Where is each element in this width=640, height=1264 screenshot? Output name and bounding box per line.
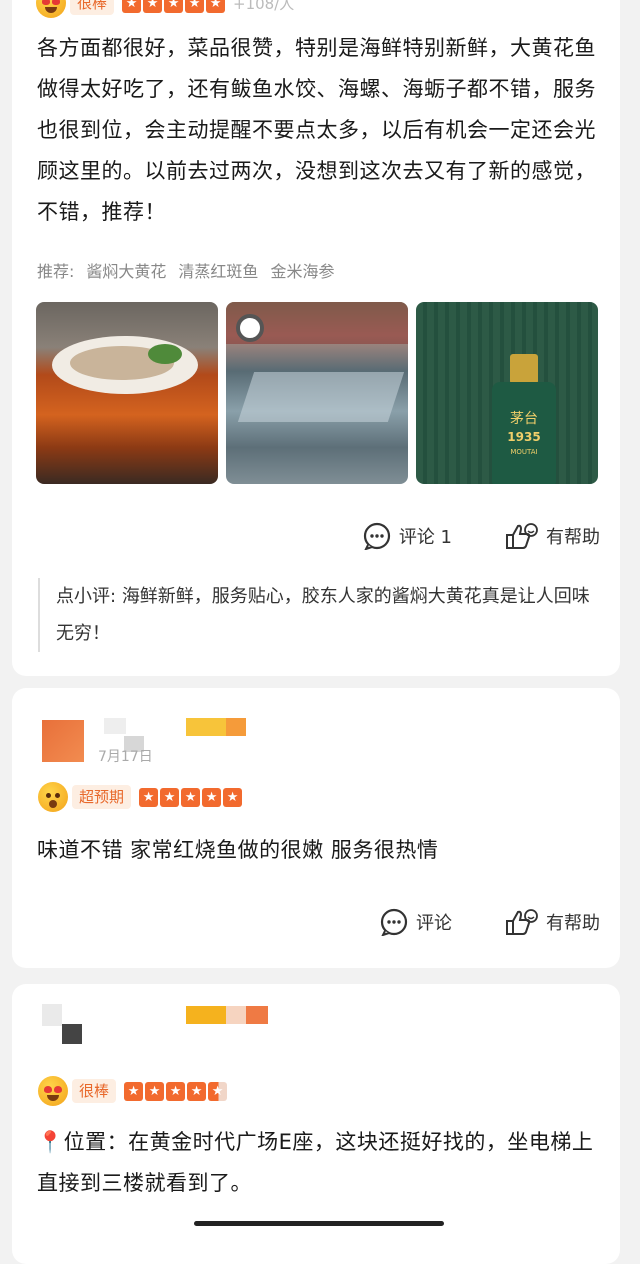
user-level-badge	[186, 718, 226, 736]
user-level-badge	[246, 1006, 268, 1024]
comment-label: 评论	[416, 909, 452, 935]
reply-text: 海鲜新鲜，服务贴心，胶东人家的酱焖大黄花真是让人回味无穷！	[56, 586, 590, 644]
rating-badge: 很棒	[72, 1079, 116, 1103]
helpful-button[interactable]: 有帮助	[504, 522, 600, 550]
star-icon: ★	[202, 788, 221, 807]
photo-seafood-dish[interactable]	[36, 302, 218, 484]
photo-moutai-bottle[interactable]: 茅台 1935 MOUTAI	[416, 302, 598, 484]
reply-prefix: 点小评:	[56, 586, 116, 607]
recommend-item[interactable]: 金米海参	[270, 258, 334, 282]
helpful-label: 有帮助	[546, 909, 600, 935]
thumbs-up-icon	[504, 522, 538, 550]
bottle-year: 1935	[498, 430, 550, 444]
thumbs-up-icon	[504, 908, 538, 936]
camera-icon	[236, 314, 264, 342]
comment-button[interactable]: 评论	[380, 908, 452, 936]
star-icon: ★	[223, 788, 242, 807]
surprised-face-icon	[38, 782, 68, 812]
heart-eyes-face-icon	[38, 1076, 68, 1106]
per-person-price: +108/人	[233, 0, 294, 14]
happy-face-icon	[36, 0, 66, 18]
bottle-brand: MOUTAI	[498, 448, 550, 456]
rating-badge: 超预期	[72, 785, 131, 809]
star-icon: ★	[139, 788, 158, 807]
star-icon: ★	[185, 0, 204, 13]
photo-grid: 茅台 1935 MOUTAI	[36, 302, 598, 484]
star-icon: ★	[187, 1082, 206, 1101]
comment-label: 评论 1	[399, 523, 452, 549]
bottle-label: 茅台	[498, 412, 550, 427]
merchant-reply: 点小评: 海鲜新鲜，服务贴心，胶东人家的酱焖大黄花真是让人回味无穷！	[38, 578, 604, 652]
star-icon: ★	[122, 0, 141, 13]
star-rating: ★ ★ ★ ★ ★	[122, 0, 227, 13]
photo-outdoor-fountain[interactable]	[226, 302, 408, 484]
comment-icon	[380, 908, 408, 936]
review-actions: 评论 1 有帮助	[363, 522, 600, 550]
rating-badge: 很棒	[70, 0, 114, 15]
rating-row: 超预期 ★ ★ ★ ★ ★	[38, 782, 244, 812]
review-text: 味道不错 家常红烧鱼做的很嫩 服务很热情	[37, 830, 603, 871]
avatar-blur	[62, 1024, 82, 1044]
star-rating: ★ ★ ★ ★ ★	[139, 788, 244, 807]
review-actions: 评论 有帮助	[380, 908, 600, 936]
rating-row: 很棒 ★ ★ ★ ★ ★ +108/人	[36, 0, 294, 18]
helpful-label: 有帮助	[546, 523, 600, 549]
star-icon: ★	[145, 1082, 164, 1101]
comment-icon	[363, 522, 391, 550]
star-icon: ★	[166, 1082, 185, 1101]
review-date: 7月17日	[98, 746, 153, 766]
helpful-button[interactable]: 有帮助	[504, 908, 600, 936]
user-level-badge	[186, 1006, 226, 1024]
user-level-badge	[226, 1006, 246, 1024]
rating-row: 很棒 ★ ★ ★ ★ ★	[38, 1076, 229, 1106]
star-icon: ★	[164, 0, 183, 13]
recommend-item[interactable]: 清蒸红斑鱼	[178, 258, 258, 282]
home-indicator[interactable]	[194, 1221, 444, 1226]
star-half-icon: ★	[208, 1082, 227, 1101]
review-text: 各方面都很好，菜品很赞，特别是海鲜特别新鲜，大黄花鱼做得太好吃了，还有鲅鱼水饺、…	[37, 28, 603, 233]
review-card-2: 7月17日 超预期 ★ ★ ★ ★ ★ 味道不错 家常红烧鱼做的很嫩 服务很热情…	[12, 688, 620, 968]
location-pin-icon: 📍	[37, 1130, 64, 1154]
recommend-row: 推荐: 酱焖大黄花 清蒸红斑鱼 金米海参	[37, 258, 334, 282]
username-blur	[104, 718, 126, 734]
review-card-1: 很棒 ★ ★ ★ ★ ★ +108/人 各方面都很好，菜品很赞，特别是海鲜特别新…	[12, 0, 620, 676]
star-icon: ★	[160, 788, 179, 807]
star-icon: ★	[181, 788, 200, 807]
review-text-body: 位置：在黄金时代广场E座，这块还挺好找的，坐电梯上直接到三楼就看到了。	[37, 1130, 593, 1195]
star-icon: ★	[124, 1082, 143, 1101]
comment-button[interactable]: 评论 1	[363, 522, 452, 550]
star-rating: ★ ★ ★ ★ ★	[124, 1082, 229, 1101]
recommend-label: 推荐:	[37, 258, 74, 282]
avatar[interactable]	[42, 720, 84, 762]
recommend-item[interactable]: 酱焖大黄花	[86, 258, 166, 282]
star-icon: ★	[206, 0, 225, 13]
star-icon: ★	[143, 0, 162, 13]
user-level-badge	[226, 718, 246, 736]
avatar[interactable]	[42, 1004, 62, 1026]
review-text: 📍位置：在黄金时代广场E座，这块还挺好找的，坐电梯上直接到三楼就看到了。	[37, 1122, 603, 1204]
